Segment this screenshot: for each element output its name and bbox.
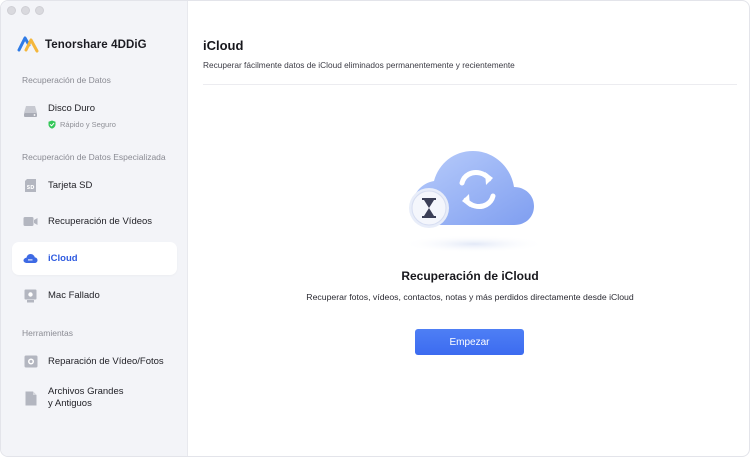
sidebar-item-icloud[interactable]: iCloud (12, 242, 177, 275)
close-window-button[interactable] (7, 6, 16, 15)
sidebar-item-large-files[interactable]: Archivos Grandes y Antiguos (12, 380, 177, 416)
app-window: Tenorshare 4DDiG Recuperación de Datos D… (0, 0, 750, 457)
sidebar-item-label-line2: y Antiguos (48, 398, 92, 409)
hero-title: Recuperación de iCloud (401, 269, 539, 283)
hard-drive-icon (23, 103, 38, 118)
sidebar-item-hard-drive[interactable]: Disco Duro Rápido y Seguro (12, 95, 177, 139)
sidebar-item-label: Reparación de Vídeo/Fotos (48, 355, 164, 367)
window-controls (7, 6, 44, 15)
hero-description: Recuperar fotos, vídeos, contactos, nota… (306, 292, 634, 302)
app-logo-icon (17, 36, 39, 53)
sidebar-item-label: iCloud (48, 252, 78, 264)
main-panel: iCloud Recuperar fácilmente datos de iCl… (189, 1, 749, 456)
shield-check-icon (48, 120, 56, 129)
sidebar-item-label: Tarjeta SD (48, 179, 93, 191)
sidebar-item-label: Mac Fallado (48, 289, 100, 301)
svg-text:SD: SD (27, 185, 35, 191)
minimize-window-button[interactable] (21, 6, 30, 15)
sidebar-item-label: Disco Duro (48, 103, 95, 114)
sidebar-item-photo-video-repair[interactable]: Reparación de Vídeo/Fotos (12, 345, 177, 378)
sidebar: Tenorshare 4DDiG Recuperación de Datos D… (1, 1, 188, 456)
large-files-icon (23, 391, 38, 406)
app-name: Tenorshare 4DDiG (45, 39, 147, 51)
brand: Tenorshare 4DDiG (17, 35, 147, 55)
cloud-icon (23, 251, 38, 266)
sd-card-icon: SD (23, 178, 38, 193)
photo-repair-icon (23, 354, 38, 369)
section-label-data-recovery: Recuperación de Datos (22, 75, 111, 85)
video-camera-icon (23, 214, 38, 229)
zoom-window-button[interactable] (35, 6, 44, 15)
sidebar-item-sd-card[interactable]: SD Tarjeta SD (12, 169, 177, 202)
start-button[interactable]: Empezar (415, 329, 524, 355)
sidebar-item-mac-crashed[interactable]: Mac Fallado (12, 279, 177, 312)
page-subtitle: Recuperar fácilmente datos de iCloud eli… (203, 60, 515, 70)
section-label-specialized: Recuperación de Datos Especializada (22, 152, 166, 162)
icloud-sync-illustration-icon (402, 151, 544, 253)
mac-crashed-icon (23, 288, 38, 303)
sidebar-item-label: Archivos Grandes (48, 386, 124, 397)
page-title: iCloud (203, 38, 244, 53)
divider (203, 84, 737, 85)
sidebar-item-sublabel: Rápido y Seguro (60, 120, 116, 129)
section-label-tools: Herramientas (22, 328, 74, 338)
sidebar-item-label: Recuperación de Vídeos (48, 215, 153, 227)
sidebar-item-video-recovery[interactable]: Recuperación de Vídeos (12, 205, 177, 238)
